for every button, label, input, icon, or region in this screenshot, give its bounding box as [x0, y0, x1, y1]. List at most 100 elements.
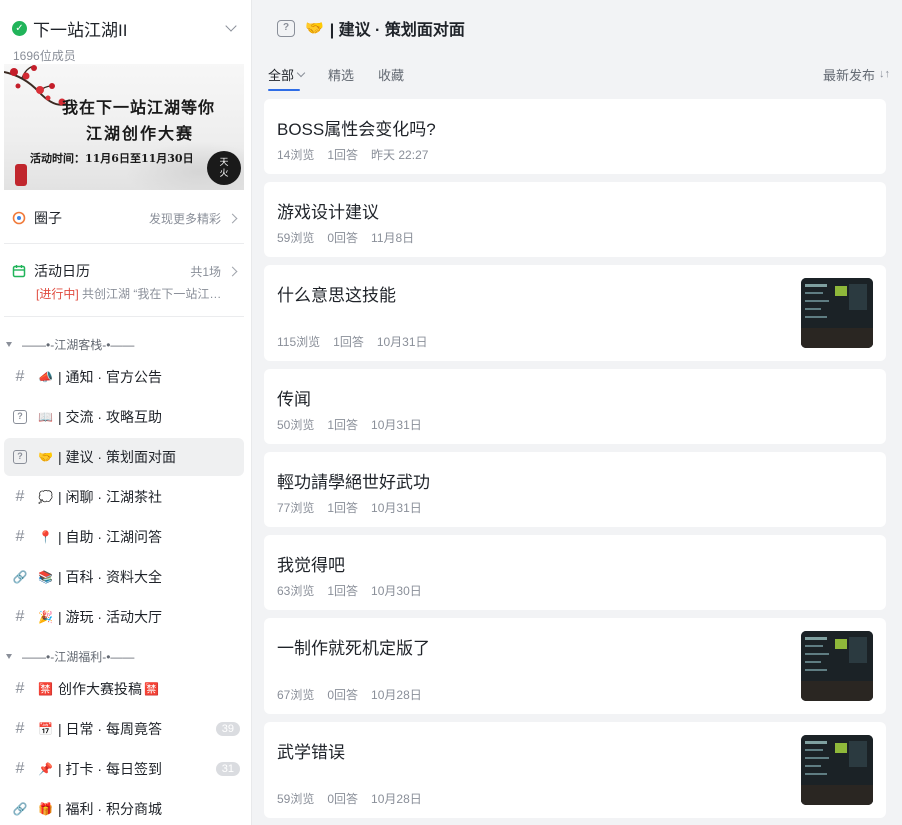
post-time: 昨天 22:27	[371, 148, 429, 162]
post-meta: 59浏览 0回答 10月28日	[277, 790, 435, 807]
sidebar-item-circle[interactable]: 圈子 发现更多精彩	[4, 206, 244, 230]
post-card[interactable]: 游戏设计建议 59浏览 0回答 11月8日	[264, 182, 886, 257]
post-views: 14浏览	[277, 148, 315, 162]
category-header[interactable]: ——•-江湖福利-•——	[6, 648, 134, 665]
channel-name: | 打卡 · 每日签到	[58, 761, 162, 777]
ink-seal-logo: 天火	[207, 151, 241, 185]
link-icon: 🔗	[12, 802, 28, 816]
post-answers: 0回答	[327, 688, 359, 702]
post-meta: 59浏览 0回答 11月8日	[277, 229, 427, 246]
post-thumbnail[interactable]	[801, 735, 873, 805]
channel-item[interactable]: # 💭 | 闲聊 · 江湖茶社	[4, 478, 244, 516]
post-time: 10月28日	[371, 792, 422, 806]
channel-emoji-icon: 🎁	[38, 802, 53, 816]
post-card[interactable]: 什么意思这技能 115浏览 1回答 10月31日	[264, 265, 886, 361]
chevron-right-icon	[227, 213, 238, 223]
banner-date: 活动时间：11月6日至11月30日	[30, 152, 194, 165]
hash-icon: #	[15, 680, 25, 697]
tab-featured[interactable]: 精选	[328, 59, 354, 89]
post-views: 59浏览	[277, 231, 315, 245]
server-header[interactable]: ✓ 下一站江湖II 1696位成员	[0, 0, 251, 64]
circle-icon	[12, 211, 26, 225]
post-card[interactable]: 我觉得吧 63浏览 1回答 10月30日	[264, 535, 886, 610]
post-card[interactable]: 武学错误 59浏览 0回答 10月28日	[264, 722, 886, 818]
collapse-arrow-icon	[6, 342, 12, 347]
channel-emoji-icon: 🈲	[38, 682, 53, 696]
channel-emoji-icon: 🈲	[144, 682, 159, 696]
red-seal-icon	[15, 164, 27, 186]
banner-headline: 我在下一站江湖等你	[62, 98, 216, 117]
hash-icon: #	[15, 608, 25, 625]
post-answers: 1回答	[327, 148, 359, 162]
post-title: 武学错误	[277, 743, 345, 762]
channel-item[interactable]: # 📍 | 自助 · 江湖问答	[4, 518, 244, 556]
calendar-icon	[12, 265, 26, 278]
chevron-down-icon	[296, 68, 306, 77]
channel-item[interactable]: # 🎉 | 游玩 · 活动大厅	[4, 598, 244, 636]
post-card[interactable]: 传闻 50浏览 1回答 10月31日	[264, 369, 886, 444]
channel-item[interactable]: ? 📖 | 交流 · 攻略互助	[4, 398, 244, 436]
post-title: 輕功請學絕世好武功	[277, 473, 430, 492]
channel-name: 创作大赛投稿	[58, 681, 142, 697]
calendar-label: 活动日历	[34, 263, 90, 279]
post-thumbnail[interactable]	[801, 278, 873, 348]
channel-item[interactable]: 🔗 🎁 | 福利 · 积分商城	[4, 790, 244, 825]
banner-subheadline: 江湖创作大赛	[86, 124, 195, 143]
channel-item[interactable]: ? 🤝 | 建议 · 策划面对面	[4, 438, 244, 476]
divider	[4, 316, 244, 317]
post-time: 10月28日	[371, 688, 422, 702]
channel-item[interactable]: # 📣 | 通知 · 官方公告	[4, 358, 244, 396]
activity-description: 共创江湖 “我在下一站江…	[82, 287, 222, 301]
channel-emoji-icon: 🤝	[38, 450, 53, 464]
category-header[interactable]: ——•-江湖客栈-•——	[6, 336, 134, 353]
qa-channel-icon: ?	[13, 450, 27, 464]
circle-discover-text: 发现更多精彩	[148, 211, 221, 226]
post-title: 传闻	[277, 390, 311, 409]
qa-channel-icon: ?	[13, 410, 27, 424]
post-card[interactable]: 一制作就死机定版了 67浏览 0回答 10月28日	[264, 618, 886, 714]
unread-badge: 31	[215, 762, 240, 776]
post-time: 10月31日	[371, 418, 422, 432]
member-count: 1696位成员	[13, 49, 76, 63]
post-title: 什么意思这技能	[277, 286, 396, 305]
channel-item[interactable]: 🔗 📚 | 百科 · 资料大全	[4, 558, 244, 596]
channel-name: | 闲聊 · 江湖茶社	[58, 489, 162, 505]
post-time: 10月31日	[371, 501, 422, 515]
circle-label: 圈子	[34, 210, 62, 226]
post-views: 59浏览	[277, 792, 315, 806]
post-views: 115浏览	[277, 335, 321, 349]
unread-badge: 39	[215, 722, 240, 736]
hash-icon: #	[15, 488, 25, 505]
sidebar-item-calendar[interactable]: 活动日历 共1场	[4, 259, 244, 283]
channel-emoji-icon: 📍	[38, 530, 53, 544]
post-thumbnail[interactable]	[801, 631, 873, 701]
tab-favorites[interactable]: 收藏	[378, 59, 404, 89]
event-banner[interactable]: 我在下一站江湖等你 江湖创作大赛 活动时间：11月6日至11月30日 天火	[4, 64, 244, 190]
channel-item[interactable]: # 📅 | 日常 · 每周竟答 39	[4, 710, 244, 748]
tab-all[interactable]: 全部	[268, 59, 306, 91]
post-title: 一制作就死机定版了	[277, 639, 430, 658]
channel-name: | 日常 · 每周竟答	[58, 721, 162, 737]
channel-name: | 游玩 · 活动大厅	[58, 609, 162, 625]
channel-name: | 福利 · 积分商城	[58, 801, 162, 817]
channel-item[interactable]: # 📌 | 打卡 · 每日签到 31	[4, 750, 244, 788]
post-card[interactable]: BOSS属性会变化吗? 14浏览 1回答 昨天 22:27	[264, 99, 886, 174]
page-title: | 建议 · 策划面对面	[329, 22, 465, 39]
post-answers: 1回答	[327, 501, 359, 515]
post-meta: 50浏览 1回答 10月31日	[277, 416, 435, 433]
handshake-icon: 🤝	[305, 20, 324, 37]
post-card[interactable]: 輕功請學絕世好武功 77浏览 1回答 10月31日	[264, 452, 886, 527]
channel-emoji-icon: 📌	[38, 762, 53, 776]
channel-item[interactable]: # 🈲 创作大赛投稿 🈲	[4, 670, 244, 708]
post-answers: 0回答	[327, 231, 359, 245]
channel-name: | 自助 · 江湖问答	[58, 529, 162, 545]
main-panel: ? 🤝 | 建议 · 策划面对面 全部 精选 收藏 最新发布 ↓↑ BOSS属性…	[253, 0, 902, 825]
qa-channel-icon: ?	[277, 19, 295, 37]
hash-icon: #	[15, 528, 25, 545]
divider	[4, 243, 244, 244]
post-meta: 67浏览 0回答 10月28日	[277, 686, 435, 703]
post-answers: 1回答	[327, 584, 359, 598]
calendar-activity[interactable]: [进行中] 共创江湖 “我在下一站江…	[36, 285, 221, 302]
channel-name: | 建议 · 策划面对面	[58, 449, 176, 465]
sort-dropdown[interactable]: 最新发布 ↓↑	[823, 65, 890, 84]
